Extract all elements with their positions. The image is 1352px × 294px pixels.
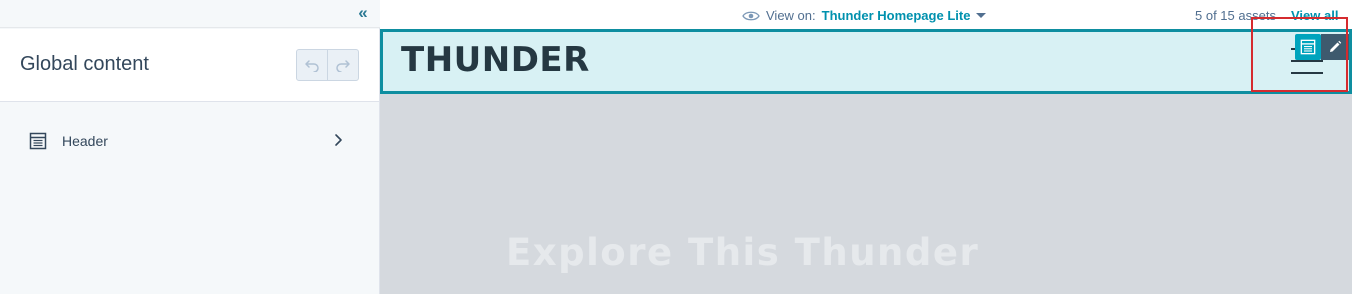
chevron-right-icon <box>335 134 342 146</box>
global-content-sidebar: « Global content Header <box>0 0 380 294</box>
global-content-list: Header <box>0 103 379 178</box>
assets-count: 5 of 15 assets <box>1195 8 1276 23</box>
hero-heading: Explore This Thunder <box>506 231 980 274</box>
double-chevron-left-icon[interactable]: « <box>354 4 372 23</box>
header-module[interactable]: THUNDER <box>380 29 1352 94</box>
site-logo: THUNDER <box>401 40 590 80</box>
pencil-icon[interactable] <box>1321 34 1349 60</box>
caret-down-icon[interactable] <box>976 13 987 18</box>
hero-section: Explore This Thunder <box>380 94 1352 294</box>
view-on-selector[interactable]: View on: Thunder Homepage Lite <box>742 8 987 23</box>
module-layout-icon[interactable] <box>1295 34 1321 60</box>
view-on-value[interactable]: Thunder Homepage Lite <box>822 8 971 23</box>
module-layout-icon <box>29 132 47 150</box>
panel-header: Global content <box>0 29 379 102</box>
redo-button[interactable] <box>327 50 358 80</box>
list-item-header[interactable]: Header <box>0 103 379 178</box>
list-item-label: Header <box>62 133 108 149</box>
undo-button[interactable] <box>297 50 327 80</box>
view-all-link[interactable]: View all <box>1291 8 1338 23</box>
undo-redo-group <box>296 49 359 81</box>
page-preview: View on: Thunder Homepage Lite 5 of 15 a… <box>380 0 1352 294</box>
undo-icon <box>305 60 319 72</box>
editor-root: « Global content Header View on: Thunder… <box>0 0 1352 294</box>
sidebar-collapse-strip: « <box>0 0 380 28</box>
redo-icon <box>336 60 350 72</box>
panel-title: Global content <box>20 53 149 75</box>
view-on-label: View on: <box>766 8 816 23</box>
eye-icon <box>742 11 760 20</box>
preview-toolbar: View on: Thunder Homepage Lite 5 of 15 a… <box>380 0 1352 29</box>
